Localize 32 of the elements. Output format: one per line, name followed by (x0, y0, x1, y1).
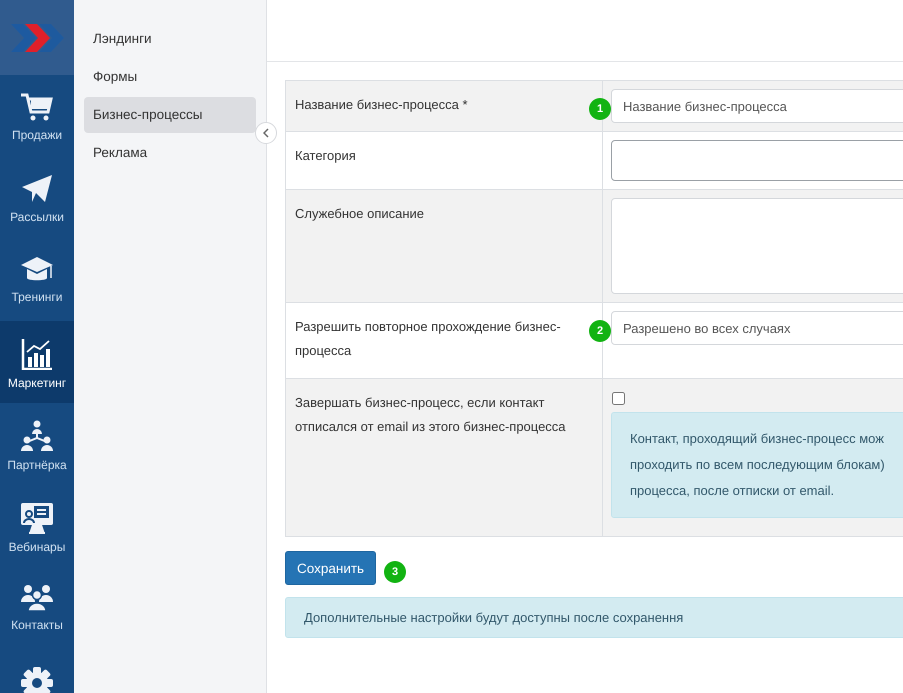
text-input[interactable]: Название бизнес-процесса (611, 89, 903, 123)
field-label: Завершать бизнес-процесс, если контакт отписался от email из этого бизнес-процесса (286, 379, 603, 536)
logo-icon (10, 22, 64, 52)
nav-item[interactable]: Контакты (0, 567, 74, 649)
subnav-item[interactable]: Реклама (84, 135, 256, 171)
step-badge: 2 (589, 320, 611, 342)
nav-item[interactable]: Продажи (0, 75, 74, 157)
checkbox[interactable] (612, 392, 625, 405)
cart-icon (20, 92, 54, 122)
step-badge: 1 (589, 98, 611, 120)
nav-item[interactable]: Вебинары (0, 485, 74, 567)
subnav-item[interactable]: Лэндинги (84, 21, 256, 57)
field-label: Категория (286, 132, 603, 189)
step-badge: 3 (384, 560, 406, 582)
nav-item[interactable]: Партнёрка (0, 403, 74, 485)
save-button[interactable]: Сохранить (285, 551, 376, 585)
subnav-item[interactable]: Формы (84, 59, 256, 95)
collapse-button[interactable] (255, 122, 277, 144)
nav-item[interactable]: Тренинги (0, 239, 74, 321)
dropdown[interactable]: Разрешено во всех случаях (611, 311, 903, 345)
paper-plane-icon (21, 174, 53, 204)
info-alert: Дополнительные настройки будут доступны после сохранення (285, 597, 903, 638)
info-note: Контакт, проходящий бизнес-процесс мож проходить по всем последующим блокам) процесса, после отписки от email. (611, 412, 903, 518)
team-hierarchy-icon (20, 420, 54, 452)
nav-item[interactable]: Маркетинг (0, 321, 74, 403)
nav-item[interactable]: Рассылки (0, 157, 74, 239)
group-icon (20, 584, 54, 612)
webinar-monitor-icon (20, 502, 54, 534)
chevron-left-icon (263, 128, 269, 138)
subnav-item[interactable]: Бизнес-процессы (84, 97, 256, 133)
field-label: Служебное описание (286, 190, 603, 302)
bar-chart-icon (21, 338, 53, 370)
